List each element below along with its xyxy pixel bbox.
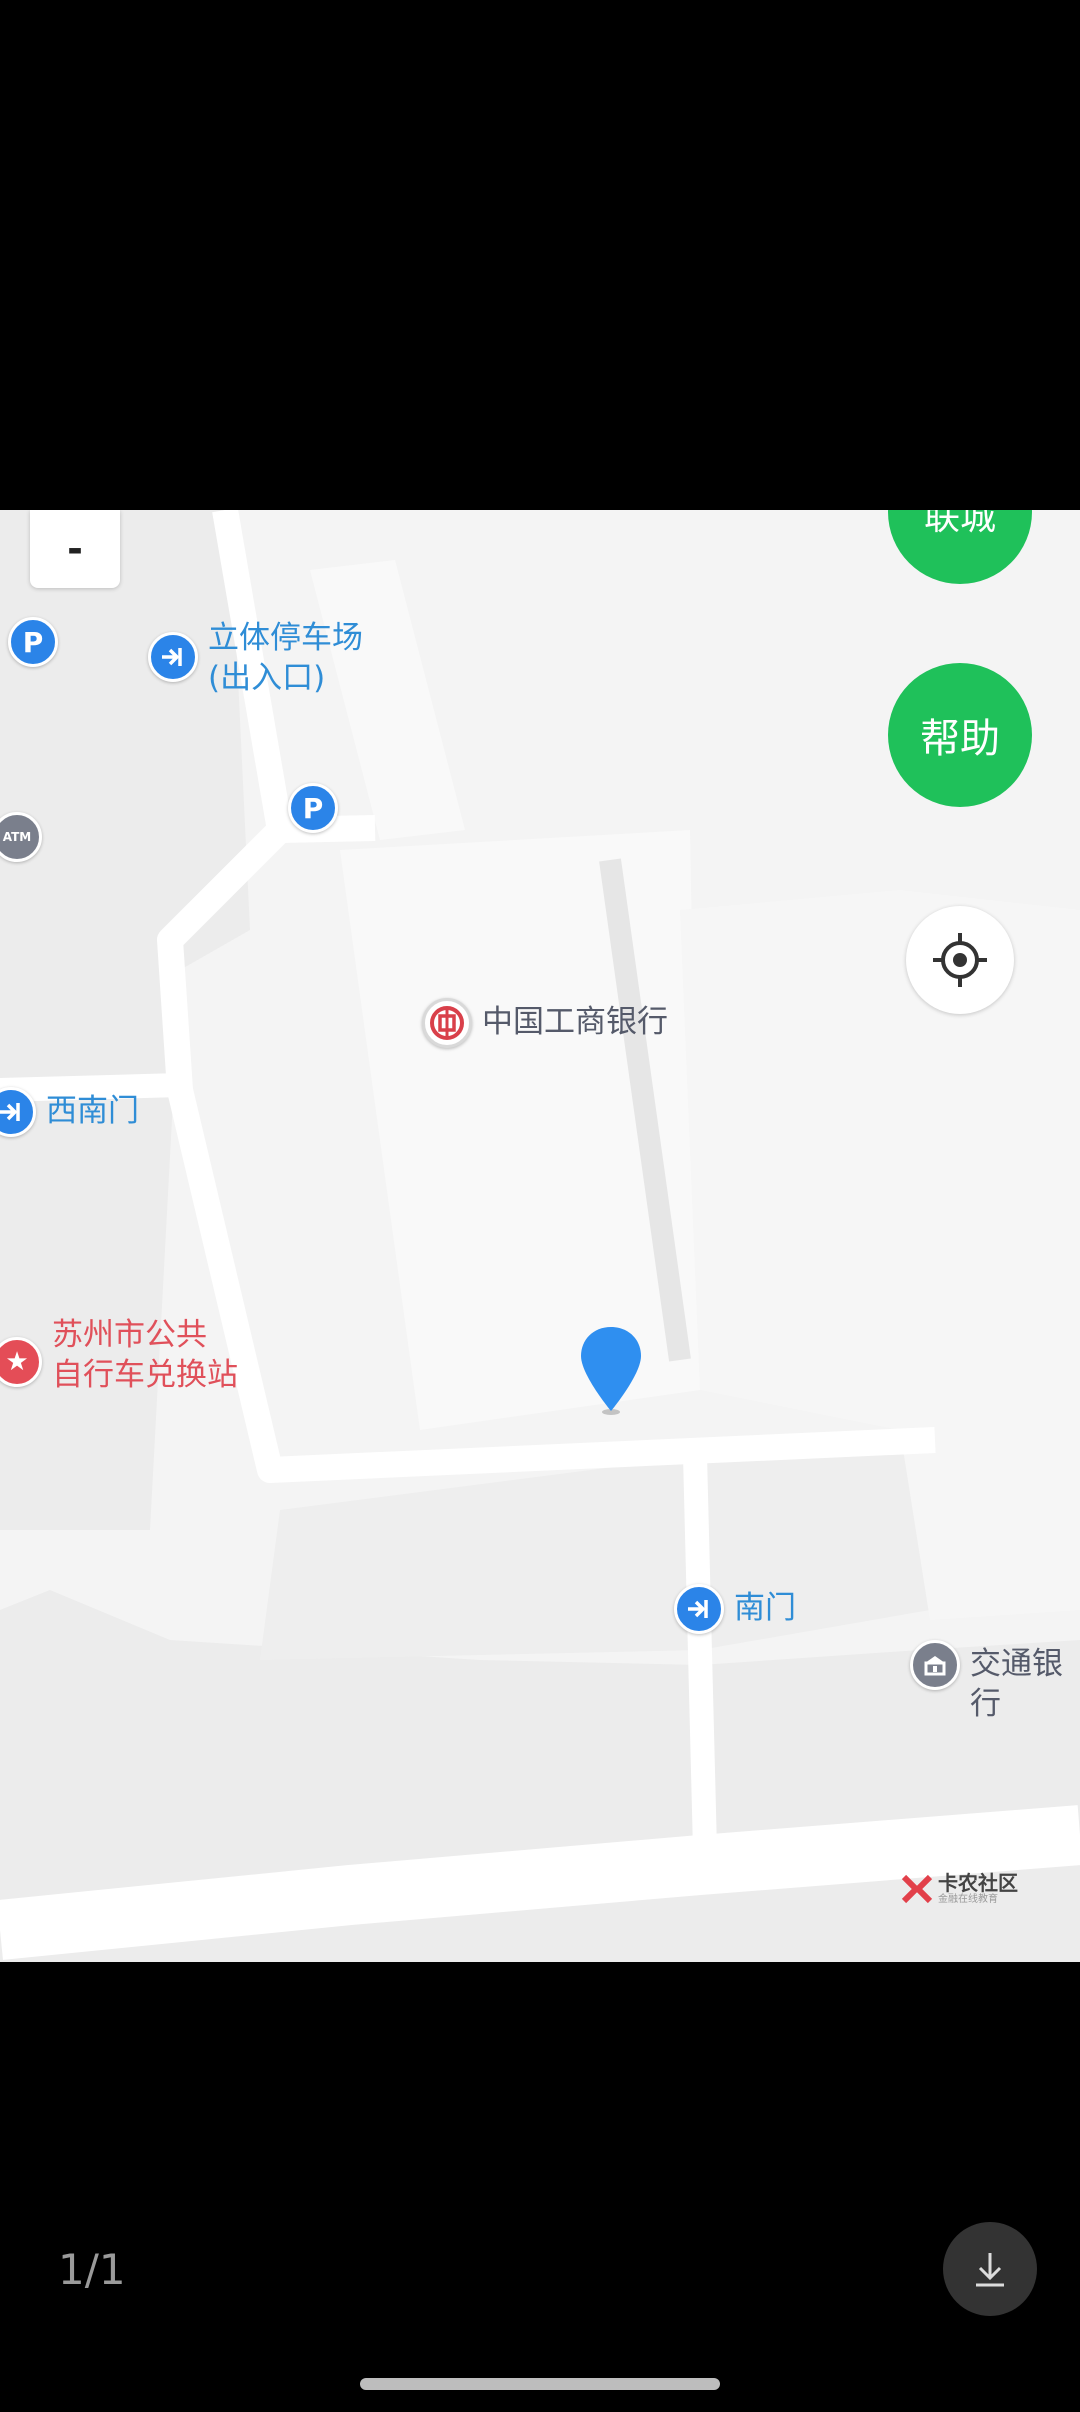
entrance-icon — [148, 632, 198, 682]
poi-parking-garage[interactable]: 立体停车场 (出入口) — [148, 620, 363, 698]
map-view[interactable]: - 联城 帮助 P 立体停车场 (出入口) P ATM 中国工商银行 西南门 ★… — [0, 510, 1080, 1962]
poi-icbc[interactable]: 中国工商银行 — [422, 998, 668, 1048]
poi-label: 立体停车场 (出入口) — [208, 620, 363, 696]
poi-label: 西南门 — [46, 1093, 139, 1129]
atm-poi[interactable]: ATM — [0, 812, 42, 862]
location-marker-icon — [581, 1327, 641, 1415]
atm-icon: ATM — [0, 812, 42, 862]
top-green-button-label: 联城 — [923, 510, 996, 538]
bank-icon — [910, 1640, 960, 1690]
crosshair-icon — [933, 933, 987, 987]
poi-label: 交通银行 — [970, 1646, 1063, 1722]
poi-label: 中国工商银行 — [482, 1004, 668, 1040]
star-icon: ★ — [0, 1337, 42, 1387]
parking-poi-center[interactable]: P — [288, 783, 338, 833]
locate-button[interactable] — [906, 906, 1014, 1014]
poi-west-south-gate[interactable]: 西南门 — [0, 1087, 139, 1137]
poi-bocom[interactable]: 交通银行 — [910, 1640, 1080, 1724]
kanong-logo-icon — [901, 1874, 933, 1904]
parking-icon: P — [8, 617, 58, 667]
watermark-title: 卡农社区 — [938, 1871, 1018, 1895]
parking-poi-left[interactable]: P — [8, 617, 58, 667]
entrance-icon — [674, 1584, 724, 1634]
watermark: 卡农社区 金融在线教育 — [900, 1872, 1018, 1906]
home-indicator[interactable] — [360, 2378, 720, 2390]
parking-icon: P — [288, 783, 338, 833]
poi-label: 苏州市公共 自行车兑换站 — [52, 1317, 238, 1393]
watermark-subtitle: 金融在线教育 — [938, 1894, 998, 1905]
download-icon — [976, 2253, 1004, 2287]
page-counter: 1/1 — [58, 2245, 126, 2294]
icbc-logo-icon — [422, 998, 472, 1048]
help-button[interactable]: 帮助 — [888, 663, 1032, 807]
entrance-icon — [0, 1087, 36, 1137]
poi-label: 南门 — [734, 1590, 796, 1626]
zoom-out-button[interactable]: - — [30, 510, 120, 588]
poi-south-gate[interactable]: 南门 — [674, 1584, 796, 1634]
poi-bike-station[interactable]: ★ 苏州市公共 自行车兑换站 — [0, 1317, 238, 1395]
download-button[interactable] — [943, 2222, 1037, 2316]
